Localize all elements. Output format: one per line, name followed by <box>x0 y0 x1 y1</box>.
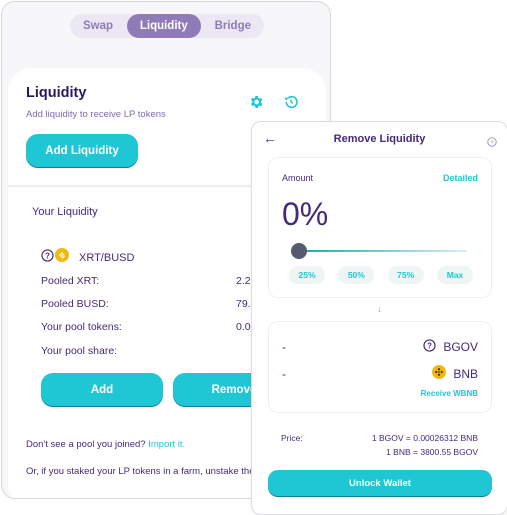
unknown-token-icon: ? <box>423 339 436 355</box>
amount-panel: Amount Detailed 0% 25% 50% 75% Max <box>268 157 492 298</box>
pool-tokens-label: Your pool tokens: <box>41 321 122 333</box>
tab-liquidity[interactable]: Liquidity <box>126 14 201 38</box>
add-button[interactable]: Add <box>41 373 163 407</box>
tab-swap[interactable]: Swap <box>70 14 126 38</box>
slider-thumb[interactable] <box>291 243 307 259</box>
help-icon[interactable]: ? <box>487 134 497 147</box>
nav-tabs: Swap Liquidity Bridge <box>70 14 264 38</box>
page-subtitle: Add liquidity to receive LP tokens <box>26 109 166 120</box>
busd-icon <box>55 248 69 267</box>
percent-display: 0% <box>282 196 329 232</box>
svg-text:?: ? <box>490 140 493 146</box>
unknown-token-icon: ? <box>41 248 54 267</box>
pool-tokens-value: 0.0 <box>236 321 251 333</box>
receive-wbnb-link[interactable]: Receive WBNB <box>421 389 478 398</box>
bnb-icon <box>432 365 447 382</box>
pooled-xrt-label: Pooled XRT: <box>41 275 100 287</box>
svg-text:?: ? <box>427 341 432 350</box>
modal-title: Remove Liquidity <box>333 133 426 145</box>
amount-slider[interactable] <box>299 250 467 252</box>
output-row: - BNB <box>282 365 478 382</box>
percent-50-button[interactable]: 50% <box>338 266 375 284</box>
your-liquidity-heading: Your Liquidity <box>32 206 98 218</box>
pair-header[interactable]: ? XRT/BUSD <box>41 248 134 267</box>
tab-bridge[interactable]: Bridge <box>202 14 264 38</box>
price-bgov-bnb: 1 BGOV = 0.00026312 BNB <box>371 433 478 443</box>
pooled-busd-label: Pooled BUSD: <box>41 298 109 310</box>
import-hint-text: Don't see a pool you joined? <box>26 439 146 450</box>
pool-share-label: Your pool share: <box>41 345 118 357</box>
pair-name: XRT/BUSD <box>79 251 135 264</box>
remove-liquidity-modal: ← Remove Liquidity ? Amount Detailed 0% … <box>251 121 507 515</box>
arrow-down-icon: ↓ <box>377 304 382 314</box>
price-label: Price: <box>281 433 303 443</box>
quick-percent-buttons: 25% 50% 75% Max <box>289 266 473 284</box>
percent-25-button[interactable]: 25% <box>289 266 325 284</box>
percent-75-button[interactable]: 75% <box>387 266 424 284</box>
max-button[interactable]: Max <box>436 266 473 284</box>
history-icon[interactable] <box>283 94 301 112</box>
svg-text:?: ? <box>45 251 50 260</box>
unlock-wallet-button[interactable]: Unlock Wallet <box>268 470 492 497</box>
amount-label: Amount <box>282 173 314 183</box>
output-row: - ? BGOV <box>282 339 478 355</box>
output-amount: - <box>282 366 286 381</box>
import-link[interactable]: Import it. <box>148 439 185 450</box>
output-panel: - ? BGOV - BNB Receive WBNB <box>268 321 492 413</box>
output-amount: - <box>282 340 286 354</box>
gear-icon[interactable] <box>248 94 266 112</box>
price-bnb-bgov: 1 BNB = 3800.55 BGOV <box>386 447 478 457</box>
output-symbol: BNB <box>453 366 478 381</box>
import-hint: Don't see a pool you joined? Import it. <box>26 437 185 453</box>
page-title: Liquidity <box>26 85 87 101</box>
add-liquidity-button[interactable]: Add Liquidity <box>26 134 138 168</box>
output-symbol: BGOV <box>443 340 478 354</box>
detailed-toggle[interactable]: Detailed <box>443 173 478 183</box>
